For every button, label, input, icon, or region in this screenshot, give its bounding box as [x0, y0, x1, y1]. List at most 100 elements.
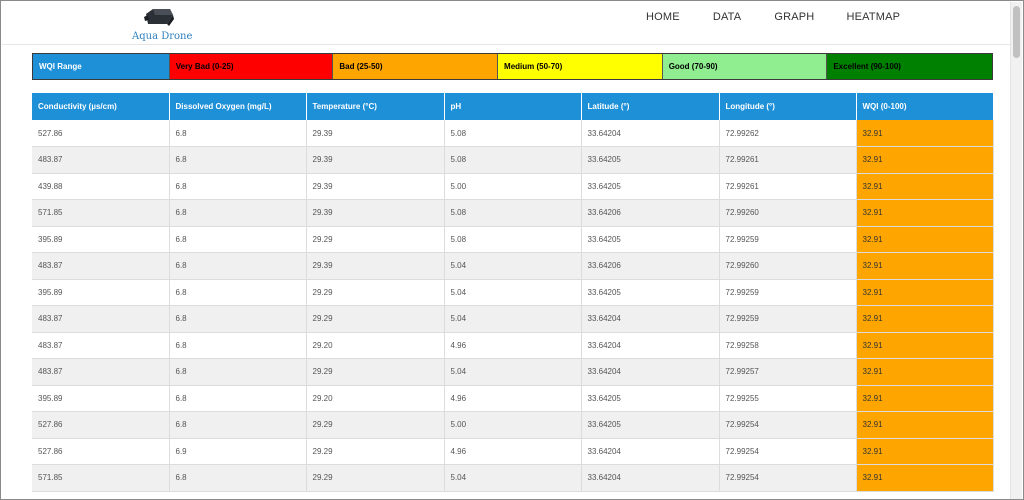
- drone-icon: [144, 9, 174, 26]
- legend-item-0: WQI Range: [33, 54, 170, 79]
- app-window: Aqua Drone HOME DATA GRAPH HEATMAP WQI R…: [0, 0, 1024, 500]
- table-cell: 6.8: [169, 173, 307, 200]
- table-cell: 72.99259: [719, 279, 857, 306]
- brand-logo[interactable]: Aqua Drone: [130, 6, 193, 44]
- column-header-4[interactable]: Latitude (°): [581, 93, 720, 120]
- table-cell: 29.29: [306, 411, 445, 439]
- table-row: 395.89 6.8 29.20 4.96 33.64205 72.99255 32.91: [32, 385, 994, 412]
- column-header-1[interactable]: Dissolved Oxygen (mg/L): [169, 93, 307, 120]
- table-cell: 72.99254: [719, 438, 857, 465]
- wqi-cell: 32.91: [856, 173, 994, 200]
- table-cell: 72.99259: [719, 226, 857, 253]
- wqi-cell: 32.91: [856, 411, 994, 439]
- table-row: 483.87 6.8 29.29 5.04 33.64204 72.99259 32.91: [32, 305, 994, 333]
- wqi-cell: 32.91: [856, 385, 994, 412]
- water-quality-table: Conductivity (µs/cm) Dissolved Oxygen (mg…: [32, 93, 994, 492]
- table-cell: 5.04: [444, 305, 582, 333]
- table-cell: 33.64205: [581, 279, 720, 306]
- wqi-cell: 32.91: [856, 120, 994, 147]
- table-cell: 6.8: [169, 305, 307, 333]
- table-cell: 72.99254: [719, 411, 857, 439]
- table-cell: 72.99254: [719, 464, 857, 492]
- column-header-0[interactable]: Conductivity (µs/cm): [32, 93, 170, 120]
- table-cell: 72.99255: [719, 385, 857, 412]
- table-cell: 6.8: [169, 411, 307, 439]
- main-nav: HOME DATA GRAPH HEATMAP: [632, 11, 900, 23]
- table-cell: 483.87: [32, 305, 170, 333]
- legend-item-1: Very Bad (0-25): [169, 54, 334, 79]
- nav-home-link[interactable]: HOME: [646, 11, 680, 23]
- wqi-cell: 32.91: [856, 305, 994, 333]
- table-row: 483.87 6.8 29.39 5.08 33.64205 72.99261 32.91: [32, 146, 994, 174]
- table-cell: 483.87: [32, 358, 170, 386]
- table-cell: 6.8: [169, 252, 307, 280]
- table-cell: 33.64204: [581, 438, 720, 465]
- table-cell: 483.87: [32, 146, 170, 174]
- legend-item-4: Good (70-90): [662, 54, 828, 79]
- legend-item-3: Medium (50-70): [498, 54, 663, 79]
- table-cell: 5.04: [444, 252, 582, 280]
- table-cell: 33.64206: [581, 252, 720, 280]
- table-cell: 5.04: [444, 279, 582, 306]
- table-cell: 33.64204: [581, 464, 720, 492]
- table-cell: 6.8: [169, 332, 307, 359]
- table-cell: 6.9: [169, 438, 307, 465]
- table-cell: 6.8: [169, 358, 307, 386]
- table-cell: 6.8: [169, 385, 307, 412]
- table-cell: 4.96: [444, 438, 582, 465]
- table-cell: 527.86: [32, 120, 170, 147]
- table-row: 439.88 6.8 29.39 5.00 33.64205 72.99261 32.91: [32, 173, 994, 200]
- table-row: 571.85 6.8 29.29 5.04 33.64204 72.99254 32.91: [32, 464, 994, 492]
- table-cell: 29.29: [306, 305, 445, 333]
- table-cell: 72.99262: [719, 120, 857, 147]
- table-cell: 6.8: [169, 146, 307, 174]
- scrollbar-thumb[interactable]: [1013, 6, 1020, 58]
- table-cell: 33.64204: [581, 120, 720, 147]
- table-header-row: Conductivity (µs/cm) Dissolved Oxygen (mg…: [32, 93, 994, 120]
- table-cell: 33.64205: [581, 411, 720, 439]
- table-row: 527.86 6.8 29.29 5.00 33.64205 72.99254 32.91: [32, 411, 994, 439]
- table-cell: 571.85: [32, 464, 170, 492]
- table-row: 483.87 6.8 29.20 4.96 33.64204 72.99258 32.91: [32, 332, 994, 359]
- wqi-cell: 32.91: [856, 226, 994, 253]
- top-navbar: Aqua Drone HOME DATA GRAPH HEATMAP: [2, 2, 1012, 45]
- nav-graph-link[interactable]: GRAPH: [774, 11, 814, 23]
- wqi-range-legend: WQI Range Very Bad (0-25) Bad (25-50) Mediu…: [32, 53, 993, 80]
- table-cell: 527.86: [32, 411, 170, 439]
- table-cell: 5.00: [444, 173, 582, 200]
- table-cell: 6.8: [169, 120, 307, 147]
- table-cell: 29.20: [306, 385, 445, 412]
- table-cell: 483.87: [32, 252, 170, 280]
- vertical-scrollbar[interactable]: [1010, 2, 1022, 499]
- table-cell: 5.08: [444, 199, 582, 227]
- column-header-3[interactable]: pH: [444, 93, 582, 120]
- column-header-6[interactable]: WQI (0-100): [856, 93, 994, 120]
- table-cell: 72.99261: [719, 146, 857, 174]
- table-cell: 5.00: [444, 411, 582, 439]
- table-cell: 29.29: [306, 438, 445, 465]
- table-cell: 72.99260: [719, 252, 857, 280]
- column-header-5[interactable]: Longitude (°): [719, 93, 857, 120]
- table-cell: 5.04: [444, 358, 582, 386]
- nav-heatmap-link[interactable]: HEATMAP: [846, 11, 900, 23]
- column-header-2[interactable]: Temperature (°C): [306, 93, 445, 120]
- brand-name: Aqua Drone: [132, 31, 193, 42]
- wqi-cell: 32.91: [856, 146, 994, 174]
- table-cell: 33.64206: [581, 199, 720, 227]
- nav-data-link[interactable]: DATA: [713, 11, 742, 23]
- table-cell: 6.8: [169, 199, 307, 227]
- table-cell: 29.29: [306, 358, 445, 386]
- table-row: 483.87 6.8 29.39 5.04 33.64206 72.99260 32.91: [32, 252, 994, 280]
- table-cell: 5.08: [444, 146, 582, 174]
- table-body: 527.86 6.8 29.39 5.08 33.64204 72.99262 32.91 4…: [32, 120, 994, 492]
- table-cell: 439.88: [32, 173, 170, 200]
- table-cell: 5.04: [444, 464, 582, 492]
- legend-item-5: Excellent (90-100): [827, 54, 992, 79]
- wqi-cell: 32.91: [856, 199, 994, 227]
- table-cell: 29.39: [306, 199, 445, 227]
- wqi-cell: 32.91: [856, 358, 994, 386]
- table-cell: 6.8: [169, 226, 307, 253]
- table-cell: 29.39: [306, 146, 445, 174]
- table-cell: 33.64205: [581, 385, 720, 412]
- table-cell: 29.20: [306, 332, 445, 359]
